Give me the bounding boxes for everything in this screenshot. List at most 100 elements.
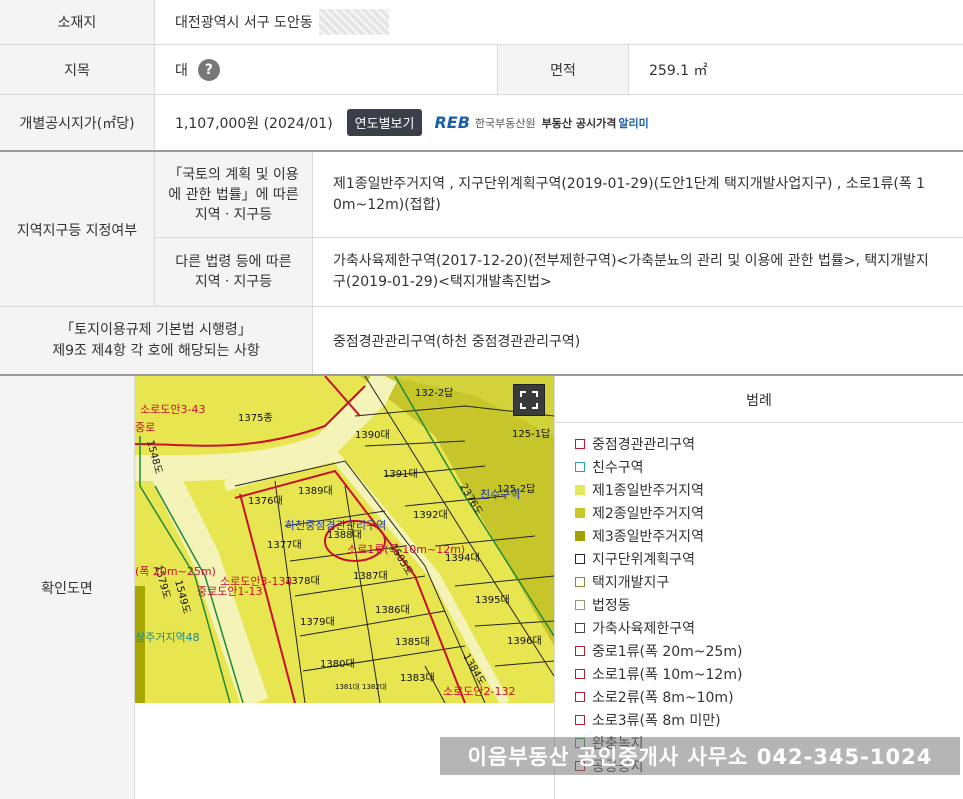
national-law-label-l2: 에 관한 법률」에 따른 — [168, 186, 299, 203]
anno-river-landscape: 하천중점경관관리구역 — [285, 518, 386, 532]
legend-label: 제2종일반주거지역 — [592, 506, 704, 522]
parcel-1385: 1385대 — [395, 636, 430, 648]
legend-item: 택지개발지구 — [575, 572, 669, 592]
parcel-1389: 1389대 — [298, 485, 333, 497]
parcel-1396: 1396대 — [507, 635, 542, 647]
fullscreen-button[interactable] — [513, 384, 545, 416]
land-category-row: 지목 대 ? 면적 259.1 ㎡ — [0, 45, 963, 95]
legend-item: 제2종일반주거지역 — [575, 503, 704, 523]
watermark: 이음부동산 공인중개사 사무소 042-345-1024 — [440, 737, 960, 775]
legend-swatch — [575, 692, 585, 702]
parcel-1376: 1376대 — [248, 495, 283, 507]
other-law-value-l1: 가축사육제한구역(2017-12-20)(전부제한구역)<가축분뇨의 관리 및 … — [333, 253, 929, 269]
parcel-1382: 1382대 — [362, 683, 386, 691]
location-row: 소재지 대전광역시 서구 도안동 — [0, 0, 963, 45]
parcel-1395: 1395대 — [475, 594, 510, 606]
legend-item: 소로2류(폭 8m~10m) — [575, 687, 734, 707]
cadastral-map[interactable]: 1375종 1390대 1391대 1376대 1389대 1392대 1377… — [135, 376, 554, 703]
legend-item: 소로3류(폭 8m 미만) — [575, 710, 721, 730]
legend-swatch — [575, 554, 585, 564]
parcel-1391: 1391대 — [383, 468, 418, 480]
legend-label: 법정동 — [592, 598, 631, 614]
parcel-1377: 1377대 — [267, 539, 302, 551]
legend-label: 제3종일반주거지역 — [592, 529, 704, 545]
parcel-1387: 1387대 — [353, 570, 388, 582]
anno-road-width: (폭 20m~25m) — [135, 565, 216, 578]
reb-logo-icon: REB — [434, 113, 470, 132]
legend-item: 중점경관관리구역 — [575, 434, 695, 454]
parcel-1386: 1386대 — [375, 604, 410, 616]
help-icon[interactable]: ? — [197, 58, 220, 81]
legend-label: 가축사육제한구역 — [592, 621, 696, 637]
national-law-value-l2: 0m~12m)(접합) — [333, 196, 441, 213]
anno-soro1: 소로1류(폭 10m~12m) — [347, 543, 465, 556]
anno-waterfront: 친수구역 — [480, 488, 520, 501]
legend-swatch — [575, 577, 585, 587]
enforcement-value: 중점경관관리구역(하천 중점경관관리구역) — [333, 333, 581, 350]
parcel-1375: 1375종 — [238, 412, 273, 424]
price-row: 개별공시지가(㎡당) 1,107,000원 (2024/01) 연도별보기 RE… — [0, 95, 963, 152]
price-label: 개별공시지가(㎡당) — [0, 95, 155, 150]
legend-item: 소로1류(폭 10m~12m) — [575, 664, 742, 684]
parcel-1392: 1392대 — [413, 509, 448, 521]
anno-jungro: 중로 — [135, 421, 155, 434]
zoning-label: 지역지구등 지정여부 — [0, 152, 155, 307]
area-label: 면적 — [497, 45, 629, 94]
legend-label: 택지개발지구 — [592, 575, 670, 591]
parcel-1390: 1390대 — [355, 429, 390, 441]
legend-swatch — [575, 646, 585, 656]
anno-residential-48: 상주거지역48 — [135, 631, 200, 644]
enforcement-label-l2: 제9조 제4항 각 호에 해당되는 사항 — [52, 342, 260, 359]
legend-title: 범례 — [555, 378, 963, 423]
legend-label: 소로2류(폭 8m~10m) — [592, 690, 734, 706]
other-law-label-l1: 다른 법령 등에 따른 — [175, 254, 292, 270]
divider — [554, 376, 555, 799]
parcel-1383: 1383대 — [400, 672, 435, 684]
expand-icon — [520, 391, 538, 409]
anno-soro-doan3-43: 소로도안3-43 — [140, 403, 205, 416]
other-law-label: 다른 법령 등에 따른 지역ㆍ지구등 — [155, 238, 313, 306]
anno-jungro-doan1-13: 중로도안1-13 — [197, 585, 262, 598]
legend-label: 중로1류(폭 20m~25m) — [592, 644, 743, 660]
legend-swatch — [575, 508, 585, 518]
reb-org: 한국부동산원 — [474, 116, 536, 130]
blurred-address — [318, 9, 389, 35]
legend-label: 친수구역 — [592, 460, 644, 476]
legend-label: 소로1류(폭 10m~12m) — [592, 667, 743, 683]
land-category-text: 대 — [175, 62, 188, 79]
parcel-1379: 1379대 — [300, 616, 335, 628]
legend-label: 제1종일반주거지역 — [592, 483, 704, 499]
enforcement-label-l1: 「토지이용규제 기본법 시행령」 — [60, 321, 252, 338]
legend-swatch — [575, 531, 585, 541]
other-law-value: 가축사육제한구역(2017-12-20)(전부제한구역)<가축분뇨의 관리 및 … — [313, 238, 963, 306]
national-law-label-l3: 지역ㆍ지구등 — [194, 206, 273, 223]
legend-swatch — [575, 462, 585, 472]
national-law-label: 「국토의 계획 및 이용 에 관한 법률」에 따른 지역ㆍ지구등 — [155, 152, 313, 237]
parcel-125-1: 125-1답 — [512, 428, 550, 440]
land-category-label: 지목 — [0, 45, 155, 94]
reb-alimi: 알리미 — [618, 116, 649, 130]
national-law-value: 제1종일반주거지역 , 지구단위계획구역(2019-01-29)(도안1단계 택… — [313, 152, 963, 237]
price-text: 1,107,000원 (2024/01) — [175, 115, 333, 132]
location-text: 대전광역시 서구 도안동 — [175, 15, 313, 31]
parcel-132-2: 132-2답 — [415, 387, 453, 399]
parcel-1381: 1381대 — [335, 683, 359, 691]
reb-service: 부동산 공시가격 — [541, 116, 617, 130]
area-value: 259.1 ㎡ — [649, 62, 708, 79]
reb-alimi-link[interactable]: REB 한국부동산원 부동산 공시가격 알리미 — [434, 113, 648, 132]
legend-label: 지구단위계획구역 — [592, 552, 696, 568]
legend-item: 법정동 — [575, 595, 631, 615]
legend-item: 제1종일반주거지역 — [575, 480, 704, 500]
yearly-view-button[interactable]: 연도별보기 — [346, 109, 423, 136]
national-law-label-l1: 「국토의 계획 및 이용 — [168, 166, 299, 183]
legend-item: 중로1류(폭 20m~25m) — [575, 641, 742, 661]
location-label: 소재지 — [0, 0, 155, 44]
legend-item: 친수구역 — [575, 457, 644, 477]
enforcement-label: 「토지이용규제 기본법 시행령」 제9조 제4항 각 호에 해당되는 사항 — [0, 307, 313, 374]
location-value: 대전광역시 서구 도안동 — [155, 0, 963, 44]
price-value: 1,107,000원 (2024/01) 연도별보기 REB 한국부동산원 부동… — [155, 95, 963, 150]
map-viewer[interactable]: 1375종 1390대 1391대 1376대 1389대 1392대 1377… — [135, 376, 554, 703]
other-law-value-l2: 구(2019-01-29)<택지개발촉진법> — [333, 274, 552, 290]
legend-item: 지구단위계획구역 — [575, 549, 695, 569]
national-law-value-l1: 제1종일반주거지역 , 지구단위계획구역(2019-01-29)(도안1단계 택… — [333, 175, 926, 192]
